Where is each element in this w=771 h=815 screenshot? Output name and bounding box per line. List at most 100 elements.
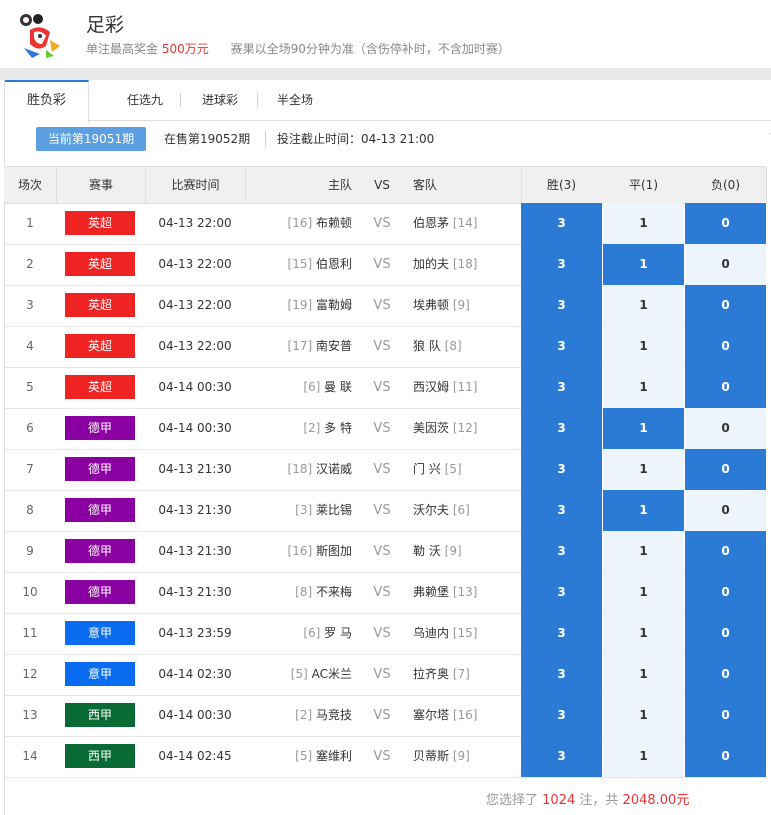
home-team-name: 汉诺威 [315,462,352,476]
home-rank: [17] [287,339,313,353]
lose-option[interactable]: 0 [685,736,766,777]
win-option[interactable]: 3 [521,449,602,490]
lose-option[interactable]: 0 [685,408,766,449]
on-sale-issue-link[interactable]: 在售第19052期 [164,127,250,151]
vs-label: VS [373,667,391,682]
league-badge: 英超 [65,293,135,317]
win-option[interactable]: 3 [521,203,602,244]
away-team: 埃弗顿 [9] [413,285,523,326]
home-rank: [5] [290,667,308,681]
lose-option[interactable]: 0 [685,654,766,695]
win-option[interactable]: 3 [521,285,602,326]
home-team-name: 马竞技 [315,708,352,722]
lose-option[interactable]: 0 [685,326,766,367]
table-row: 13 西甲 04-14 00:30 [2] 马竞技 VS 塞尔塔 [16] 3 1 0 [4,695,766,737]
away-team: 伯恩茅 [14] [413,203,523,244]
lose-option[interactable]: 0 [685,613,766,654]
win-option[interactable]: 3 [521,695,602,736]
draw-option[interactable]: 1 [603,695,684,736]
draw-option[interactable]: 1 [603,736,684,777]
match-time: 04-13 21:30 [158,503,232,517]
table-row: 11 意甲 04-13 23:59 [6] 罗 马 VS 乌迪内 [15] 3 1 0 [4,613,766,655]
home-team-name: 莱比锡 [315,503,352,517]
lose-option[interactable]: 0 [685,531,766,572]
vs-label: VS [373,216,391,231]
home-team-name: 不来梅 [315,585,352,599]
match-time: 04-13 21:30 [158,585,232,599]
win-option[interactable]: 3 [521,367,602,408]
league-badge: 英超 [65,334,135,358]
lose-option[interactable]: 0 [685,572,766,613]
home-team-name: 富勒姆 [315,298,352,312]
draw-option[interactable]: 1 [603,285,684,326]
away-team-name: 美因茨 [413,421,450,435]
tab-jinqiucai[interactable]: 进球彩 [192,80,248,120]
home-team: [16] 布赖顿 [245,203,352,244]
draw-option[interactable]: 1 [603,490,684,531]
draw-option[interactable]: 1 [603,572,684,613]
match-time: 04-13 22:00 [158,216,232,230]
away-team: 沃尔夫 [6] [413,490,523,531]
lose-option[interactable]: 0 [685,695,766,736]
draw-option[interactable]: 1 [603,367,684,408]
vs-label: VS [373,585,391,600]
divider-bar [0,68,771,80]
win-option[interactable]: 3 [521,654,602,695]
draw-option[interactable]: 1 [603,613,684,654]
vs-label: VS [373,544,391,559]
win-option[interactable]: 3 [521,244,602,285]
vs-label: VS [373,503,391,518]
lose-option[interactable]: 0 [685,490,766,531]
away-team-name: 埃弗顿 [413,298,450,312]
home-team: [19] 富勒姆 [245,285,352,326]
lose-option[interactable]: 0 [685,244,766,285]
away-rank: [14] [452,216,478,230]
home-team-name: 罗 马 [324,626,352,640]
tab-banquanchang[interactable]: 半全场 [267,80,323,120]
win-option[interactable]: 3 [521,613,602,654]
win-option[interactable]: 3 [521,490,602,531]
tab-shengfucai[interactable]: 胜负彩 [5,80,89,123]
lose-option[interactable]: 0 [685,203,766,244]
draw-option[interactable]: 1 [603,408,684,449]
lose-option[interactable]: 0 [685,449,766,490]
tab-separator [180,93,181,107]
draw-option[interactable]: 1 [603,654,684,695]
draw-option[interactable]: 1 [603,244,684,285]
league-badge: 意甲 [65,662,135,686]
win-option[interactable]: 3 [521,326,602,367]
home-rank: [15] [287,257,313,271]
draw-option[interactable]: 1 [603,531,684,572]
draw-option[interactable]: 1 [603,449,684,490]
header-lose: 负(0) [711,178,740,192]
away-team: 西汉姆 [11] [413,367,523,408]
home-team: [2] 马竞技 [245,695,352,736]
match-number: 8 [26,503,34,517]
lose-option[interactable]: 0 [685,367,766,408]
win-option[interactable]: 3 [521,531,602,572]
away-team-name: 弗赖堡 [413,585,450,599]
match-number: 13 [22,708,38,722]
home-team: [3] 莱比锡 [245,490,352,531]
away-team: 塞尔塔 [16] [413,695,523,736]
away-team-name: 贝蒂斯 [413,749,450,763]
table-row: 1 英超 04-13 22:00 [16] 布赖顿 VS 伯恩茅 [14] 3 1 0 [4,203,766,245]
win-option[interactable]: 3 [521,736,602,777]
table-row: 8 德甲 04-13 21:30 [3] 莱比锡 VS 沃尔夫 [6] 3 1 0 [4,490,766,532]
draw-option[interactable]: 1 [603,326,684,367]
rule-note: 赛果以全场90分钟为准（含伤停补时，不含加时赛） [230,42,510,56]
lose-option[interactable]: 0 [685,285,766,326]
away-rank: [6] [452,503,470,517]
win-option[interactable]: 3 [521,408,602,449]
draw-option[interactable]: 1 [603,203,684,244]
match-number: 2 [26,257,34,271]
away-team: 乌迪内 [15] [413,613,523,654]
win-option[interactable]: 3 [521,572,602,613]
home-team: [17] 南安普 [245,326,352,367]
tab-renxuanjiu[interactable]: 任选九 [117,80,173,120]
away-rank: [18] [452,257,478,271]
away-team-name: 加的夫 [413,257,450,271]
deadline-text: 投注截止时间：04-13 21:00 [277,132,435,146]
current-issue-button[interactable]: 当前第19051期 [36,127,146,151]
home-team-name: 伯恩利 [315,257,352,271]
